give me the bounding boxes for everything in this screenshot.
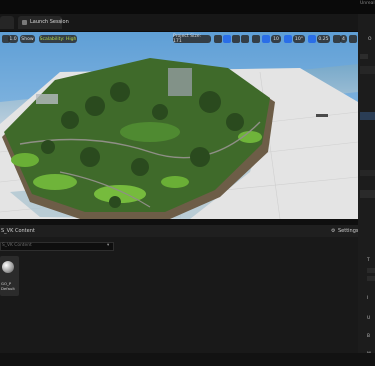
tab-launch-session[interactable]: Launch Session [18,16,69,29]
scale-value[interactable]: 0.25 [317,35,330,43]
details-tab[interactable] [360,170,375,176]
zoom-display[interactable]: 1.0 [8,35,18,43]
title-bar: Unreal [0,0,375,9]
item-u-label: U [367,316,371,321]
terrain-render [0,32,358,219]
level-viewport[interactable]: 1.0 Show Scalability: High Project Size:… [0,32,358,219]
location-field[interactable] [367,268,375,273]
world-icon[interactable] [252,35,260,43]
chevron-down-icon[interactable]: ▾ [107,243,109,248]
outliner-row-selected[interactable] [360,112,375,120]
content-browser-header: S_VK Content ⚙ Settings [0,225,359,237]
item-b-label: B [367,334,371,339]
transform-section-label: T [367,258,370,263]
settings-gear-icon[interactable]: ⚙ [331,229,335,234]
details-panel: O T I U B M [358,14,375,366]
translate-icon[interactable] [223,35,231,43]
tab-level[interactable] [0,16,14,29]
settings-button[interactable]: Settings [338,229,359,234]
rotation-snap-icon[interactable] [284,35,292,43]
scale-snap-icon[interactable] [308,35,316,43]
tab-bar: Launch Session ⋮ [0,14,358,31]
outliner-header: O [368,37,372,42]
select-icon[interactable] [214,35,222,43]
search-input[interactable]: S_VK Content ▾ [0,242,114,251]
search-placeholder: S_VK Content [2,243,32,248]
details-component-row[interactable] [360,190,375,198]
project-size-button[interactable]: Project Size: 171 [173,34,211,44]
window-title: Unreal [360,1,375,6]
launch-session-icon [22,20,27,25]
scale-icon[interactable] [241,35,249,43]
viewport-layout-icon[interactable] [349,35,357,43]
outliner-row[interactable] [360,66,375,74]
instance-section-label: I [367,296,369,301]
grid-value[interactable]: 10 [271,35,281,43]
rotation-field[interactable] [367,276,375,281]
show-button[interactable]: Show [20,35,35,43]
status-bar [0,353,375,366]
outliner-search-input[interactable] [360,54,368,59]
content-browser: S_VK Content ⚙ Settings S_VK Content ▾ G… [0,225,359,366]
rotation-value[interactable]: 10° [293,35,305,43]
tab-menu-icon[interactable]: ⋮ [58,19,64,25]
grid-snap-icon[interactable] [262,35,270,43]
scalability-button[interactable]: Scalability: High [39,35,77,43]
asset-label: GO_P Default [1,281,15,291]
rotate-icon[interactable] [232,35,240,43]
asset-tile[interactable]: GO_P Default [0,256,19,296]
material-sphere-icon [2,261,14,273]
camera-speed-value[interactable]: 4 [340,35,347,43]
content-browser-title: S_VK Content [1,228,35,234]
